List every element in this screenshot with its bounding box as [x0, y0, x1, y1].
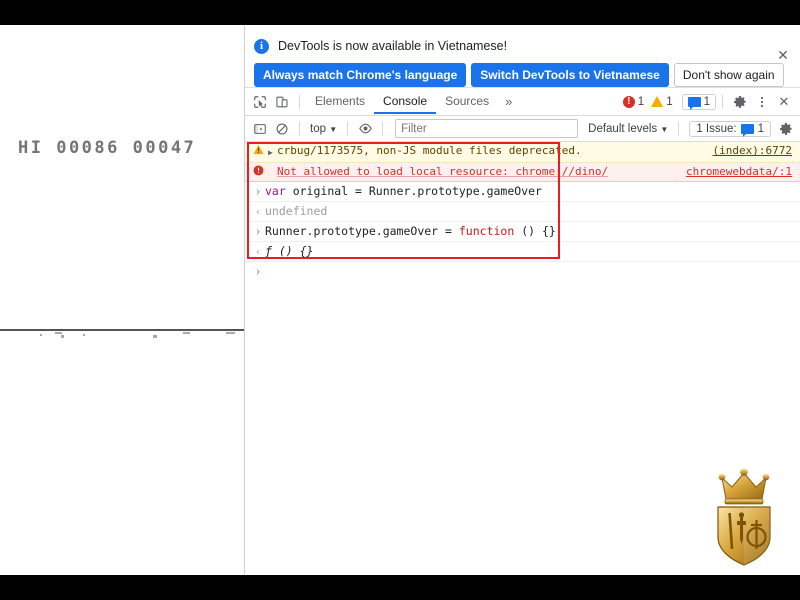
- message-bubble-icon: [687, 96, 701, 110]
- dino-ground-line: [0, 329, 244, 331]
- error-circle-icon: [251, 164, 265, 176]
- console-input-text: var original = Runner.prototype.gameOver: [265, 182, 794, 201]
- keyword-token: function: [458, 224, 515, 238]
- dont-show-again-button[interactable]: Don't show again: [673, 63, 784, 87]
- expression-token: Runner.prototype.gameOver =: [265, 224, 459, 238]
- tab-console[interactable]: Console: [374, 89, 436, 114]
- expand-arrow-placeholder: [268, 164, 277, 166]
- ground-pebble: [83, 334, 85, 336]
- device-toolbar-icon[interactable]: [271, 91, 293, 113]
- toolbar-separator: [347, 121, 349, 136]
- console-error-source-link[interactable]: chromewebdata/:1: [686, 164, 792, 180]
- ground-pebble: [183, 332, 190, 334]
- ground-pebble: [61, 335, 64, 338]
- expand-arrow-icon[interactable]: ▶: [268, 143, 277, 161]
- console-input-text: Runner.prototype.gameOver = function () …: [265, 222, 794, 241]
- console-filter-input[interactable]: [395, 119, 579, 138]
- more-tabs-icon[interactable]: »: [498, 92, 519, 111]
- console-toolbar: top ▼ Default levels ▼: [245, 116, 800, 142]
- chevron-down-icon: ▼: [660, 124, 669, 134]
- toolbar-separator: [382, 121, 384, 136]
- close-icon[interactable]: ✕: [775, 47, 791, 63]
- info-icon: i: [254, 38, 269, 54]
- devtools-tabbar: Elements Console Sources » ! 1 1 1 ✕: [245, 88, 800, 116]
- panel-divider: [244, 25, 245, 575]
- clear-console-icon[interactable]: [271, 118, 293, 140]
- always-match-language-button[interactable]: Always match Chrome's language: [254, 63, 467, 87]
- execution-context-label: top: [310, 122, 326, 135]
- console-input-row[interactable]: › var original = Runner.prototype.gameOv…: [245, 182, 800, 202]
- execution-context-dropdown[interactable]: top ▼: [306, 121, 341, 137]
- toolbar-separator: [299, 94, 300, 109]
- expression-token: original = Runner.prototype.gameOver: [285, 184, 542, 198]
- switch-devtools-language-button[interactable]: Switch DevTools to Vietnamese: [471, 63, 669, 87]
- error-counter[interactable]: ! 1: [622, 95, 645, 108]
- output-arrow-icon: ‹: [254, 245, 262, 258]
- output-arrow-icon: ‹: [254, 205, 262, 218]
- console-error-row[interactable]: Not allowed to load local resource: chro…: [245, 163, 800, 182]
- locale-message-row: i DevTools is now available in Vietnames…: [245, 25, 800, 56]
- console-warning-source-link[interactable]: (index):6772: [713, 143, 792, 159]
- console-settings-gear-icon[interactable]: [775, 118, 797, 140]
- console-message-list[interactable]: ▶ crbug/1173575, non-JS module files dep…: [245, 142, 800, 546]
- console-prompt-row[interactable]: ›: [245, 262, 800, 281]
- expression-token: () {}: [514, 224, 556, 238]
- message-bubble-icon: [740, 123, 754, 137]
- error-count-label: 1: [637, 95, 645, 108]
- console-error-text: Not allowed to load local resource: chro…: [277, 165, 609, 178]
- console-output-row: ‹ undefined: [245, 202, 800, 222]
- inspect-element-icon[interactable]: [249, 91, 271, 113]
- ground-pebble: [40, 334, 42, 336]
- browser-viewport: HI 00086 00047 i DevTools is now availab…: [0, 25, 800, 575]
- live-expression-eye-icon[interactable]: [354, 118, 376, 140]
- toolbar-separator: [678, 121, 680, 136]
- issues-status-bar[interactable]: 1 Issue: 1: [689, 120, 771, 137]
- ground-pebble: [153, 335, 157, 338]
- ground-pebble: [226, 332, 235, 334]
- console-input-row[interactable]: › Runner.prototype.gameOver = function (…: [245, 222, 800, 242]
- devtools-panel: i DevTools is now available in Vietnames…: [245, 25, 800, 575]
- screen: HI 00086 00047 i DevTools is now availab…: [0, 0, 800, 600]
- ground-pebble: [55, 332, 62, 334]
- tab-sources[interactable]: Sources: [436, 89, 498, 114]
- warning-triangle-icon: [651, 96, 664, 107]
- kebab-menu-icon[interactable]: [751, 91, 773, 113]
- console-output-function-text: ƒ () {}: [265, 244, 314, 258]
- locale-banner-message: DevTools is now available in Vietnamese!: [278, 39, 508, 53]
- prompt-arrow-icon: ›: [254, 265, 262, 278]
- console-sidebar-icon[interactable]: [249, 118, 271, 140]
- letterbox-top: [0, 0, 800, 25]
- keyword-token: var: [265, 184, 286, 198]
- issue-count-label: 1: [703, 95, 710, 108]
- issues-status-label: 1 Issue:: [696, 122, 737, 135]
- issues-status-count: 1: [757, 122, 764, 135]
- log-levels-label: Default levels: [588, 122, 658, 135]
- console-warning-text: crbug/1173575, non-JS module files depre…: [277, 144, 582, 157]
- tabbar-right-controls: ! 1 1 1 ✕: [618, 91, 800, 113]
- locale-notification-banner: i DevTools is now available in Vietnames…: [245, 25, 800, 88]
- toolbar-separator: [299, 121, 300, 136]
- toolbar-separator: [722, 94, 723, 109]
- warning-counter[interactable]: 1: [651, 95, 673, 108]
- letterbox-bottom: [0, 575, 800, 600]
- input-arrow-icon: ›: [254, 225, 262, 238]
- dino-game-panel[interactable]: HI 00086 00047: [0, 25, 244, 575]
- error-warning-counters[interactable]: ! 1 1: [618, 95, 678, 109]
- log-levels-dropdown[interactable]: Default levels ▼: [584, 121, 672, 137]
- close-devtools-icon[interactable]: ✕: [773, 91, 795, 113]
- console-output-text: undefined: [265, 204, 328, 218]
- console-output-row: ‹ ƒ () {}: [245, 242, 800, 262]
- console-warning-row[interactable]: ▶ crbug/1173575, non-JS module files dep…: [245, 142, 800, 163]
- dino-score-display: HI 00086 00047: [18, 138, 197, 158]
- warning-count-label: 1: [666, 95, 673, 108]
- warning-triangle-icon: [251, 143, 265, 155]
- chevron-down-icon: ▼: [329, 124, 338, 134]
- issues-counter-chip[interactable]: 1: [681, 93, 716, 110]
- input-arrow-icon: ›: [254, 185, 262, 198]
- locale-banner-buttons: Always match Chrome's language Switch De…: [245, 56, 800, 87]
- gear-icon[interactable]: [729, 91, 751, 113]
- error-circle-icon: !: [622, 95, 635, 108]
- tab-elements[interactable]: Elements: [306, 89, 374, 114]
